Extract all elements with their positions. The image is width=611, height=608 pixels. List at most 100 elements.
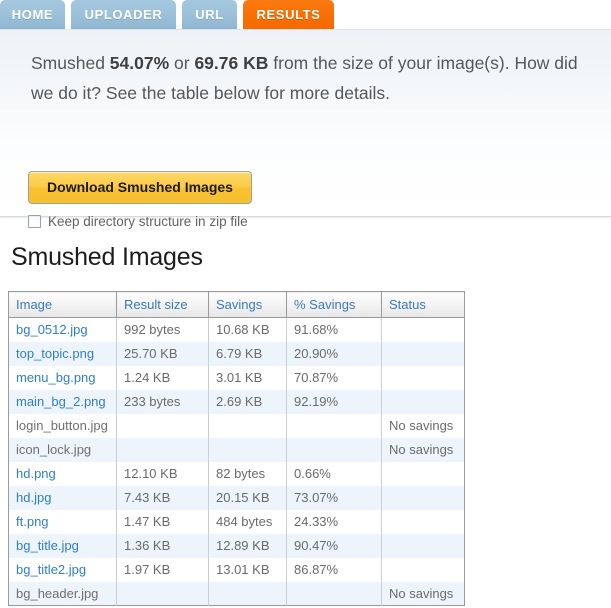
cell-image-name[interactable]: main_bg_2.png xyxy=(9,390,117,414)
cell-savings: 2.69 KB xyxy=(209,390,287,414)
smushed-images-table-wrapper: ImageResult sizeSavings% SavingsStatus b… xyxy=(8,291,464,606)
cell-percent-savings: 24.33% xyxy=(287,510,382,534)
summary-percent: 54.07% xyxy=(110,53,169,73)
cell-percent-savings xyxy=(287,438,382,462)
cell-result-size: 1.24 KB xyxy=(117,366,209,390)
cell-savings: 10.68 KB xyxy=(209,318,287,342)
cell-image-name: login_button.jpg xyxy=(9,414,117,438)
cell-result-size: 1.47 KB xyxy=(117,510,209,534)
cell-percent-savings: 0.66% xyxy=(287,462,382,486)
image-name-text: login_button.jpg xyxy=(16,418,108,433)
cell-savings xyxy=(209,582,287,606)
column-header-savings: % Savings xyxy=(287,292,382,318)
cell-status xyxy=(382,510,465,534)
table-row: hd.jpg 7.43 KB20.15 KB73.07% xyxy=(9,486,465,510)
table-row: icon_lock.jpg No savings xyxy=(9,438,465,462)
summary-middle: or xyxy=(169,53,194,73)
table-row: bg_title2.jpg 1.97 KB13.01 KB86.87% xyxy=(9,558,465,582)
cell-status xyxy=(382,558,465,582)
cell-savings: 484 bytes xyxy=(209,510,287,534)
cell-savings: 6.79 KB xyxy=(209,342,287,366)
image-link[interactable]: menu_bg.png xyxy=(16,370,96,385)
tab-bar: HOME UPLOADER URL RESULTS xyxy=(0,0,611,29)
cell-result-size xyxy=(117,438,209,462)
cell-percent-savings: 90.47% xyxy=(287,534,382,558)
cell-status xyxy=(382,462,465,486)
image-link[interactable]: ft.png xyxy=(16,514,49,529)
summary-text: Smushed 54.07% or 69.76 KB from the size… xyxy=(31,48,597,108)
image-link[interactable]: bg_title.jpg xyxy=(16,538,79,553)
tab-label: URL xyxy=(195,7,224,22)
cell-savings xyxy=(209,438,287,462)
cell-result-size: 233 bytes xyxy=(117,390,209,414)
image-link[interactable]: main_bg_2.png xyxy=(16,394,106,409)
cell-image-name[interactable]: hd.jpg xyxy=(9,486,117,510)
page-title: Smushed Images xyxy=(11,243,203,272)
keep-directory-label[interactable]: Keep directory structure in zip file xyxy=(48,214,248,229)
cell-result-size xyxy=(117,582,209,606)
cell-image-name[interactable]: bg_0512.jpg xyxy=(9,318,117,342)
tab-results[interactable]: RESULTS xyxy=(243,0,334,29)
cell-result-size: 1.97 KB xyxy=(117,558,209,582)
results-summary-panel: Smushed 54.07% or 69.76 KB from the size… xyxy=(0,29,611,217)
table-row: top_topic.png 25.70 KB6.79 KB20.90% xyxy=(9,342,465,366)
cell-percent-savings: 70.87% xyxy=(287,366,382,390)
cell-image-name[interactable]: top_topic.png xyxy=(9,342,117,366)
table-body: bg_0512.jpg992 bytes10.68 KB91.68%top_to… xyxy=(9,318,465,606)
cell-savings: 20.15 KB xyxy=(209,486,287,510)
tab-home[interactable]: HOME xyxy=(0,0,65,29)
column-header-status: Status xyxy=(382,292,465,318)
cell-savings xyxy=(209,414,287,438)
cell-status: No savings xyxy=(382,438,465,462)
tab-label: UPLOADER xyxy=(85,7,163,22)
tab-uploader[interactable]: UPLOADER xyxy=(71,0,176,29)
keep-directory-structure-row: Keep directory structure in zip file xyxy=(28,214,248,229)
cell-result-size: 7.43 KB xyxy=(117,486,209,510)
table-header-row: ImageResult sizeSavings% SavingsStatus xyxy=(9,292,465,318)
image-link[interactable]: bg_title2.jpg xyxy=(16,562,86,577)
cell-savings: 12.89 KB xyxy=(209,534,287,558)
keep-directory-checkbox[interactable] xyxy=(28,215,41,228)
cell-status xyxy=(382,486,465,510)
cell-savings: 13.01 KB xyxy=(209,558,287,582)
cell-image-name[interactable]: bg_title.jpg xyxy=(9,534,117,558)
download-smushed-images-button[interactable]: Download Smushed Images xyxy=(28,171,252,204)
cell-result-size xyxy=(117,414,209,438)
tab-url[interactable]: URL xyxy=(182,0,237,29)
cell-percent-savings: 92.19% xyxy=(287,390,382,414)
smushed-images-table: ImageResult sizeSavings% SavingsStatus b… xyxy=(8,291,465,606)
cell-percent-savings: 91.68% xyxy=(287,318,382,342)
column-header-savings: Savings xyxy=(209,292,287,318)
image-link[interactable]: hd.png xyxy=(16,466,56,481)
cell-image-name[interactable]: menu_bg.png xyxy=(9,366,117,390)
column-header-result-size: Result size xyxy=(117,292,209,318)
table-row: bg_0512.jpg 992 bytes10.68 KB91.68% xyxy=(9,318,465,342)
image-link[interactable]: hd.jpg xyxy=(16,490,51,505)
cell-percent-savings: 86.87% xyxy=(287,558,382,582)
cell-status xyxy=(382,318,465,342)
cell-status xyxy=(382,366,465,390)
cell-image-name: bg_header.jpg xyxy=(9,582,117,606)
image-name-text: icon_lock.jpg xyxy=(16,442,91,457)
cell-image-name: icon_lock.jpg xyxy=(9,438,117,462)
cell-percent-savings: 20.90% xyxy=(287,342,382,366)
cell-result-size: 1.36 KB xyxy=(117,534,209,558)
cell-status xyxy=(382,534,465,558)
cell-image-name[interactable]: bg_title2.jpg xyxy=(9,558,117,582)
cell-result-size: 992 bytes xyxy=(117,318,209,342)
image-link[interactable]: bg_0512.jpg xyxy=(16,322,88,337)
cell-image-name[interactable]: hd.png xyxy=(9,462,117,486)
table-header: ImageResult sizeSavings% SavingsStatus xyxy=(9,292,465,318)
column-header-image: Image xyxy=(9,292,117,318)
table-row: hd.png12.10 KB82 bytes0.66% xyxy=(9,462,465,486)
table-row: menu_bg.png1.24 KB3.01 KB70.87% xyxy=(9,366,465,390)
cell-savings: 82 bytes xyxy=(209,462,287,486)
image-link[interactable]: top_topic.png xyxy=(16,346,94,361)
cell-result-size: 25.70 KB xyxy=(117,342,209,366)
table-row: bg_title.jpg 1.36 KB12.89 KB90.47% xyxy=(9,534,465,558)
cell-percent-savings: 73.07% xyxy=(287,486,382,510)
table-row: bg_header.jpgNo savings xyxy=(9,582,465,606)
summary-size: 69.76 KB xyxy=(194,53,268,73)
table-row: main_bg_2.png 233 bytes2.69 KB92.19% xyxy=(9,390,465,414)
cell-image-name[interactable]: ft.png xyxy=(9,510,117,534)
